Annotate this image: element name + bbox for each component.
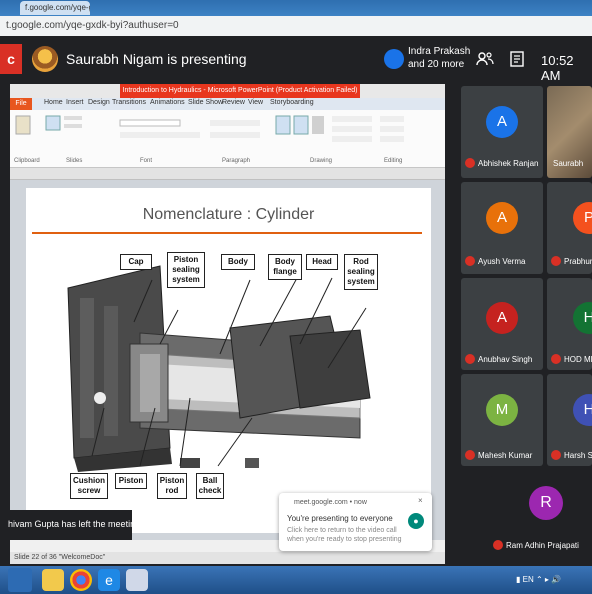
- participant-tile[interactable]: A Ayush Verma: [461, 182, 543, 274]
- label-rod-sealing: Rod sealing system: [344, 254, 378, 290]
- mic-off-icon: [465, 256, 475, 266]
- ppt-tab-slideshow[interactable]: Slide Show: [188, 99, 223, 106]
- participant-avatar: H: [573, 394, 592, 426]
- participant-name: Saurabh: [553, 159, 584, 168]
- ribbon-group-editing: Editing: [384, 158, 403, 164]
- label-head: Head: [306, 254, 338, 270]
- participant-tile[interactable]: M Mahesh Kumar: [461, 374, 543, 466]
- ribbon-group-slides: Slides: [66, 158, 83, 164]
- notification-body: Click here to return to the video call w…: [287, 527, 402, 543]
- participant-tile[interactable]: H HOD ME: [547, 278, 592, 370]
- participant-tile-video[interactable]: Saurabh: [547, 86, 592, 178]
- participant-name: Harsh S: [564, 451, 592, 460]
- ppt-ribbon-tabs: Home Insert Design Transitions Animation…: [10, 98, 445, 110]
- app-window-icon[interactable]: [126, 569, 148, 591]
- system-tray: ▮ EN ⌃ ▸ 🔊: [516, 575, 562, 584]
- viewer-more: and 20 more: [408, 59, 465, 70]
- participant-tile[interactable]: A Abhishek Ranjan: [461, 86, 543, 178]
- participant-name: Prabhun: [564, 257, 592, 266]
- notification-source: meet.google.com • now: [294, 499, 367, 506]
- slide-title: Nomenclature : Cylinder: [142, 206, 315, 223]
- ppt-tab-home[interactable]: Home: [44, 99, 63, 106]
- ribbon-group-font: Font: [140, 158, 153, 164]
- file-explorer-icon[interactable]: [42, 569, 64, 591]
- participant-avatar: P: [573, 202, 592, 234]
- mic-off-icon: [551, 354, 561, 364]
- people-icon[interactable]: [476, 51, 494, 67]
- ppt-tab-transitions[interactable]: Transitions: [112, 99, 146, 106]
- browser-tab[interactable]: f.google.com/yqe-gxdk-byi?authuser=0: [20, 1, 90, 15]
- ppt-status-bar: Slide 22 of 36 "WelcomeDoc": [10, 552, 445, 564]
- slide-title-underline: [32, 232, 422, 234]
- label-body: Body: [221, 254, 255, 270]
- presenter-avatar: [32, 46, 58, 72]
- ribbon-group-clipboard: Clipboard: [14, 158, 40, 164]
- label-body-flange: Body flange: [268, 254, 302, 280]
- participant-name: Abhishek Ranjan: [478, 159, 539, 168]
- mic-off-icon: [551, 450, 561, 460]
- participant-avatar: M: [486, 394, 518, 426]
- label-cap: Cap: [120, 254, 152, 270]
- meet-app-icon: ●: [408, 513, 424, 529]
- meet-logo-icon: c: [0, 44, 22, 74]
- mic-off-icon: [551, 256, 561, 266]
- participant-left-toast: hivam Gupta has left the meeting: [0, 510, 132, 540]
- screen: f.google.com/yqe-gxdk-byi?authuser=0 t.g…: [0, 0, 592, 594]
- mic-off-icon: [465, 158, 475, 168]
- ppt-tab-insert[interactable]: Insert: [66, 99, 84, 106]
- participant-grid: A Abhishek Ranjan Saurabh A Ayush Verma …: [459, 84, 592, 564]
- viewer-avatar: [384, 49, 404, 69]
- ppt-ribbon: Clipboard Slides Font Paragraph Drawing …: [10, 110, 445, 168]
- participant-tile[interactable]: A Anubhav Singh: [461, 278, 543, 370]
- participant-tile[interactable]: H Harsh S: [547, 374, 592, 466]
- participant-name: Ayush Verma: [478, 257, 526, 266]
- cylinder-illustration: [67, 265, 371, 472]
- participant-avatar: A: [486, 106, 518, 138]
- label-piston-sealing: Piston sealing system: [167, 252, 205, 288]
- participant-avatar: A: [486, 302, 518, 334]
- participant-avatar: H: [573, 302, 592, 334]
- participant-avatar: A: [486, 202, 518, 234]
- viewer-name: Indra Prakash: [408, 46, 471, 57]
- notification-title: You're presenting to everyone: [287, 514, 393, 523]
- internet-explorer-icon[interactable]: e: [98, 569, 120, 591]
- notification-close-icon[interactable]: ×: [418, 496, 423, 505]
- label-piston-rod: Piston rod: [157, 473, 187, 499]
- address-bar[interactable]: t.google.com/yqe-gxdk-byi?authuser=0: [0, 16, 592, 36]
- ppt-tab-design[interactable]: Design: [88, 99, 110, 106]
- participant-name: Anubhav Singh: [478, 355, 533, 364]
- ppt-title: Introduction to Hydraulics - Microsoft P…: [120, 84, 360, 98]
- mic-off-icon: [465, 354, 475, 364]
- label-cushion-screw: Cushion screw: [70, 473, 108, 499]
- label-ball-check: Ball check: [196, 473, 224, 499]
- ribbon-group-paragraph: Paragraph: [222, 158, 251, 164]
- ppt-tab-review[interactable]: Review: [222, 99, 245, 106]
- participant-tile[interactable]: R Ram Adhin Prajapati: [489, 476, 592, 562]
- chrome-icon[interactable]: [70, 569, 92, 591]
- mic-off-icon: [465, 450, 475, 460]
- label-piston: Piston: [115, 473, 147, 489]
- participant-name: HOD ME: [564, 355, 592, 364]
- participant-avatar: R: [529, 486, 563, 520]
- chat-icon[interactable]: [510, 51, 526, 67]
- ppt-tab-view[interactable]: View: [248, 99, 263, 106]
- mic-off-icon: [493, 540, 503, 550]
- ppt-ruler: [10, 168, 445, 180]
- ppt-file-tab[interactable]: File: [10, 98, 32, 110]
- ppt-tab-storyboarding[interactable]: Storyboarding: [270, 99, 314, 106]
- ribbon-group-drawing: Drawing: [310, 158, 333, 164]
- participant-name: Mahesh Kumar: [478, 451, 533, 460]
- participant-name: Ram Adhin Prajapati: [506, 541, 579, 550]
- ppt-tab-animations[interactable]: Animations: [150, 99, 185, 106]
- start-button[interactable]: [8, 568, 32, 592]
- presenting-banner: Saurabh Nigam is presenting: [66, 51, 247, 67]
- meeting-clock: 10:52 AM: [541, 53, 574, 83]
- viewer-info: Indra Prakash and 20 more: [408, 45, 470, 71]
- participant-tile[interactable]: P Prabhun: [547, 182, 592, 274]
